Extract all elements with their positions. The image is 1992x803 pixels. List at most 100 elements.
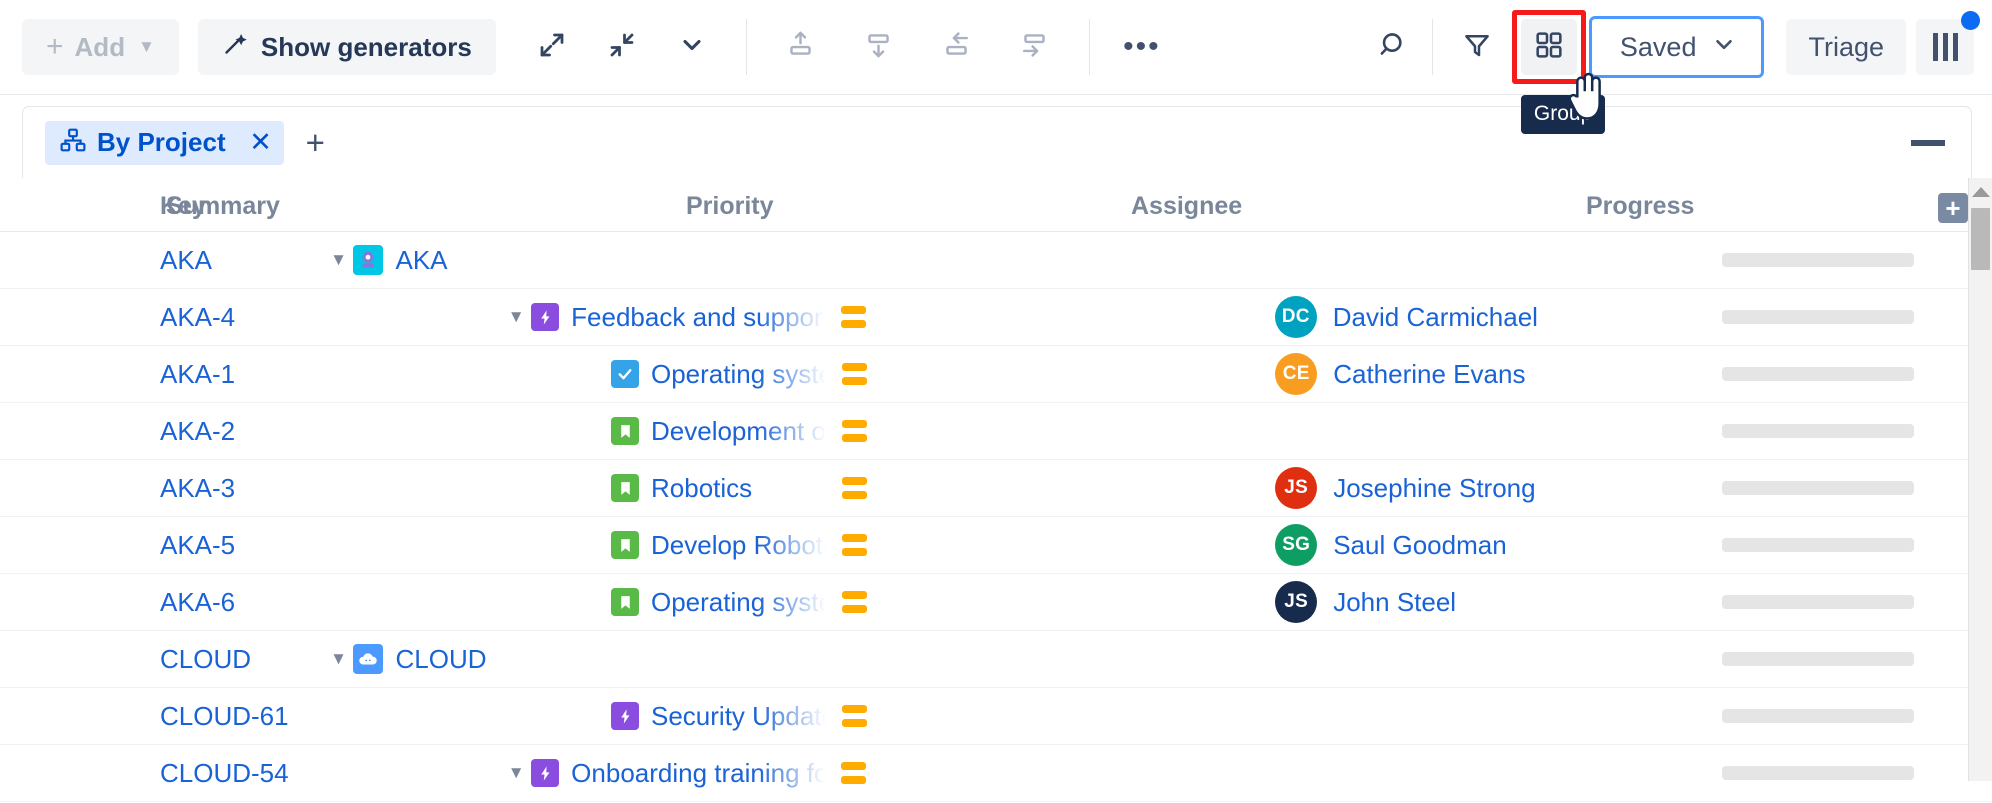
table-row[interactable]: AKA-3 Robotics JSJosephine Strong — [0, 460, 1992, 517]
filter-button[interactable] — [1449, 19, 1505, 75]
cell-priority[interactable] — [838, 477, 1275, 499]
cell-summary[interactable]: ▼ CLOUD — [323, 644, 835, 675]
cell-progress[interactable] — [1722, 709, 1992, 723]
add-tab-button[interactable]: + — [306, 126, 325, 159]
scrollbar-thumb[interactable] — [1971, 208, 1990, 270]
summary-text[interactable]: Feedback and support issues — [571, 302, 837, 333]
move-down-button[interactable] — [851, 19, 907, 75]
summary-text[interactable]: Operating system technical support — [651, 587, 838, 618]
table-row[interactable]: CLOUD-61 Security Update for W3 — [0, 688, 1992, 745]
assignee-name[interactable]: Catherine Evans — [1333, 359, 1525, 390]
cell-summary[interactable]: Operating system technical support — [323, 587, 838, 618]
cell-priority[interactable] — [837, 306, 1274, 328]
summary-text[interactable]: Security Update for W3 — [651, 701, 838, 732]
more-options-button[interactable]: ••• — [1114, 19, 1170, 75]
minimize-panel-button[interactable] — [1911, 140, 1945, 146]
expand-all-button[interactable] — [524, 19, 580, 75]
expand-caret-icon[interactable]: ▼ — [323, 250, 353, 270]
move-up-button[interactable] — [773, 19, 829, 75]
table-row[interactable]: AKA-4 ▼ Feedback and support issues DCDavid… — [0, 289, 1992, 346]
column-header-assignee[interactable]: Assignee — [1131, 192, 1586, 221]
cell-summary[interactable]: Robotics — [323, 473, 838, 504]
summary-text[interactable]: Development of new software — [651, 416, 838, 447]
cell-key[interactable]: AKA-3 — [0, 473, 323, 504]
cell-assignee[interactable]: JSJohn Steel — [1275, 581, 1722, 623]
assignee-name[interactable]: John Steel — [1333, 587, 1456, 618]
cell-progress[interactable] — [1722, 253, 1992, 267]
table-row[interactable]: CLOUD▼CLOUD — [0, 631, 1992, 688]
cell-progress[interactable] — [1722, 652, 1992, 666]
indent-button[interactable] — [1007, 19, 1063, 75]
panels-button[interactable] — [1916, 19, 1974, 75]
cell-progress[interactable] — [1722, 595, 1992, 609]
cell-priority[interactable] — [838, 705, 1275, 727]
outdent-button[interactable] — [929, 19, 985, 75]
cell-progress[interactable] — [1722, 766, 1992, 780]
cell-key[interactable]: AKA — [0, 245, 323, 276]
triage-button[interactable]: Triage — [1786, 19, 1906, 75]
cell-progress[interactable] — [1722, 310, 1992, 324]
assignee-name[interactable]: David Carmichael — [1333, 302, 1538, 333]
expand-caret-icon[interactable]: ▼ — [323, 649, 353, 669]
scroll-up-arrow[interactable] — [1972, 187, 1990, 197]
cell-key[interactable]: AKA-1 — [0, 359, 323, 390]
summary-text[interactable]: Develop Robotics for lab work — [651, 530, 838, 561]
table-row[interactable]: CLOUD-54 ▼ Onboarding training for client — [0, 745, 1992, 802]
cell-priority[interactable] — [838, 420, 1275, 442]
expand-caret-icon[interactable]: ▼ — [501, 763, 531, 783]
summary-text[interactable]: CLOUD — [395, 644, 486, 675]
cell-priority[interactable] — [838, 591, 1275, 613]
table-row[interactable]: AKA-1 Operating systems technical support… — [0, 346, 1992, 403]
cell-assignee[interactable]: SGSaul Goodman — [1275, 524, 1722, 566]
cell-progress[interactable] — [1722, 538, 1992, 552]
table-row[interactable]: AKA-5 Develop Robotics for lab work SGSaul… — [0, 517, 1992, 574]
column-header-summary[interactable]: Summary — [166, 192, 686, 221]
vertical-scrollbar[interactable] — [1968, 178, 1992, 781]
assignee-name[interactable]: Saul Goodman — [1333, 530, 1506, 561]
cell-assignee[interactable]: CECatherine Evans — [1275, 353, 1722, 395]
cell-summary[interactable]: ▼ AKA — [323, 245, 835, 276]
cell-assignee[interactable]: DCDavid Carmichael — [1275, 296, 1722, 338]
add-button[interactable]: + Add ▼ — [22, 19, 179, 75]
cell-key[interactable]: CLOUD-61 — [0, 701, 323, 732]
cell-summary[interactable]: ▼ Onboarding training for client — [323, 758, 837, 789]
cell-summary[interactable]: Develop Robotics for lab work — [323, 530, 838, 561]
cell-key[interactable]: AKA-5 — [0, 530, 323, 561]
group-button[interactable] — [1521, 19, 1577, 75]
table-row[interactable]: AKA▼AKA — [0, 232, 1992, 289]
column-header-progress[interactable]: Progress — [1586, 192, 1992, 221]
search-button[interactable] — [1366, 19, 1422, 75]
cell-priority[interactable] — [837, 762, 1274, 784]
tab-by-project[interactable]: By Project ✕ — [45, 121, 284, 165]
cell-summary[interactable]: Operating systems technical support — [323, 359, 838, 390]
cell-key[interactable]: AKA-4 — [0, 302, 323, 333]
tab-close-button[interactable]: ✕ — [238, 121, 284, 165]
cell-progress[interactable] — [1722, 424, 1992, 438]
cell-summary[interactable]: Development of new software — [323, 416, 838, 447]
cell-progress[interactable] — [1722, 367, 1992, 381]
cell-summary[interactable]: Security Update for W3 — [323, 701, 838, 732]
cell-summary[interactable]: ▼ Feedback and support issues — [323, 302, 837, 333]
summary-text[interactable]: AKA — [395, 245, 447, 276]
cell-priority[interactable] — [838, 363, 1275, 385]
cell-key[interactable]: CLOUD-54 — [0, 758, 323, 789]
show-generators-button[interactable]: Show generators — [198, 19, 496, 75]
table-row[interactable]: AKA-6 Operating system technical support J… — [0, 574, 1992, 631]
cell-key[interactable]: AKA-2 — [0, 416, 323, 447]
cell-key[interactable]: CLOUD — [0, 644, 323, 675]
summary-text[interactable]: Operating systems technical support — [651, 359, 838, 390]
collapse-all-button[interactable] — [594, 19, 650, 75]
assignee-name[interactable]: Josephine Strong — [1333, 473, 1535, 504]
column-header-key[interactable]: Key — [0, 192, 166, 221]
cell-key[interactable]: AKA-6 — [0, 587, 323, 618]
expand-caret-icon[interactable]: ▼ — [501, 307, 531, 327]
table-row[interactable]: AKA-2 Development of new software — [0, 403, 1992, 460]
add-column-icon[interactable]: + — [1938, 193, 1968, 223]
cell-priority[interactable] — [838, 534, 1275, 556]
saved-views-button[interactable]: Saved — [1589, 16, 1765, 78]
summary-text[interactable]: Robotics — [651, 473, 752, 504]
column-header-priority[interactable]: Priority — [686, 192, 1131, 221]
expand-level-dropdown[interactable] — [664, 19, 720, 75]
cell-assignee[interactable]: JSJosephine Strong — [1275, 467, 1722, 509]
summary-text[interactable]: Onboarding training for client — [571, 758, 837, 789]
